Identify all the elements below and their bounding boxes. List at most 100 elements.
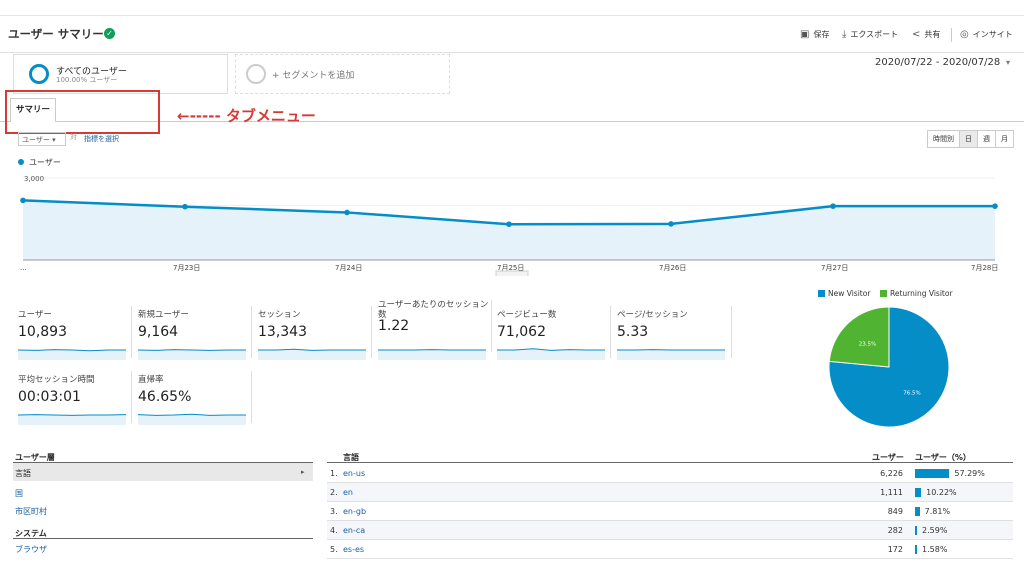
x-tick-label: 7月28日 — [971, 264, 998, 272]
left-item-browser[interactable]: ブラウザ — [15, 544, 47, 555]
kpi-sparkline — [138, 413, 246, 425]
share-icon: < — [912, 29, 921, 40]
kpi-sparkline-area — [617, 349, 725, 360]
kpi-value: 10,893 — [18, 324, 67, 340]
table-row: 2. en 1,111 10.22% — [327, 483, 1013, 502]
period-week-button[interactable]: 週 — [977, 130, 996, 148]
period-month-button[interactable]: 月 — [995, 130, 1014, 148]
kpi-label: セッション — [258, 310, 301, 320]
language-link[interactable]: en — [343, 488, 353, 497]
period-hourly-button[interactable]: 時間別 — [927, 130, 960, 148]
data-point[interactable] — [182, 203, 188, 210]
pie-legend-new: New Visitor — [818, 289, 870, 298]
kpi-tile[interactable]: 平均セッション時間 00:03:01 — [18, 371, 130, 431]
left-item-city[interactable]: 市区町村 — [15, 506, 47, 517]
row-pct: 2.59% — [922, 526, 948, 535]
kpi-divider — [731, 306, 732, 358]
data-point[interactable] — [506, 221, 512, 227]
kpi-sparkline — [138, 349, 246, 360]
kpi-value: 71,062 — [497, 324, 546, 340]
data-point[interactable] — [20, 197, 26, 204]
select-metric-link[interactable]: 指標を選択 — [84, 134, 119, 144]
pie-legend-returning: Returning Visitor — [880, 289, 953, 298]
pie-legend-new-label: New Visitor — [828, 289, 871, 298]
period-day-button[interactable]: 日 — [959, 130, 978, 148]
language-link[interactable]: en-ca — [343, 526, 365, 535]
metric-dropdown[interactable]: ユーザー ▾ — [18, 132, 66, 146]
export-label: エクスポート — [850, 30, 899, 39]
kpi-label: 平均セッション時間 — [18, 375, 95, 385]
table-row: 5. es-es 172 1.58% — [327, 540, 1013, 559]
kpi-value: 46.65% — [138, 389, 192, 405]
x-tick-label: 7月27日 — [821, 264, 848, 272]
kpi-tile[interactable]: ユーザー 10,893 — [18, 306, 130, 366]
save-icon: ▣ — [800, 29, 810, 40]
kpi-label: ページビュー数 — [497, 310, 557, 320]
data-point[interactable] — [830, 203, 836, 209]
kpi-sparkline — [258, 348, 366, 360]
segment-ring-icon — [29, 64, 49, 84]
left-item-country[interactable]: 国 — [15, 488, 23, 499]
row-users: 1,111 — [880, 488, 903, 497]
kpi-sparkline — [18, 414, 126, 425]
kpi-value: 1.22 — [378, 318, 410, 334]
save-button[interactable]: ▣ 保存 — [800, 29, 829, 40]
date-range-picker[interactable]: 2020/07/22 - 2020/07/28 ▾ — [875, 57, 1010, 68]
kpi-divider — [371, 306, 372, 358]
kpi-tile[interactable]: セッション 13,343 — [258, 306, 370, 366]
insights-label: インサイト — [972, 30, 1013, 39]
row-pct-bar — [915, 469, 950, 478]
kpi-label: ユーザーあたりのセッション数 — [378, 300, 489, 320]
period-toggle: 時間別 日 週 月 — [927, 130, 1014, 148]
data-point[interactable] — [668, 221, 674, 227]
annotation-label: ←----- タブメニュー — [177, 107, 316, 125]
row-users: 849 — [887, 507, 903, 516]
new-visitor-swatch — [818, 290, 825, 297]
kpi-divider — [610, 306, 611, 358]
chart-legend-label: ユーザー — [29, 158, 61, 167]
row-pct: 10.22% — [926, 488, 957, 497]
kpi-tile[interactable]: ユーザーあたりのセッション数 1.22 — [378, 300, 490, 360]
row-pct: 57.29% — [954, 469, 985, 478]
kpi-value: 9,164 — [138, 324, 179, 340]
kpi-tile[interactable]: ページ/セッション 5.33 — [617, 306, 729, 366]
kpi-tile[interactable]: ページビュー数 71,062 — [497, 306, 609, 366]
table-row: 4. en-ca 282 2.59% — [327, 521, 1013, 540]
left-panel-rule — [13, 538, 313, 539]
toolbar-divider — [951, 28, 952, 42]
segment-subtitle: 100.00% ユーザー — [56, 76, 118, 84]
kpi-sparkline — [18, 349, 126, 360]
metric-dropdown-label: ユーザー — [22, 136, 50, 144]
data-point[interactable] — [992, 203, 998, 209]
kpi-tile[interactable]: 新規ユーザー 9,164 — [138, 306, 250, 366]
language-link[interactable]: en-us — [343, 469, 365, 478]
annotation-highlight-box — [5, 90, 160, 134]
add-segment-button[interactable]: + セグメントを追加 — [235, 54, 450, 94]
left-item-selected-bg — [13, 463, 313, 481]
kpi-divider — [251, 306, 252, 358]
kpi-sparkline-area — [18, 349, 126, 360]
kpi-sparkline-line — [497, 348, 605, 351]
row-pct-bar — [915, 488, 922, 497]
kpi-sparkline — [378, 349, 486, 360]
language-link[interactable]: es-es — [343, 545, 364, 554]
left-item-language[interactable]: 言語 — [15, 468, 31, 479]
date-range-text: 2020/07/22 - 2020/07/28 — [875, 57, 1001, 68]
data-point[interactable] — [344, 209, 350, 216]
x-tick-label: 7月26日 — [659, 264, 686, 272]
kpi-tile[interactable]: 直帰率 46.65% — [138, 371, 250, 431]
row-pct-bar — [915, 545, 917, 554]
kpi-sparkline-area — [18, 414, 126, 425]
kpi-sparkline-area — [138, 349, 246, 360]
share-button[interactable]: < 共有 — [912, 29, 940, 40]
segment-all-users[interactable]: すべてのユーザー 100.00% ユーザー — [13, 54, 228, 94]
users-line-chart: 3,0002,0001,000...7月23日7月24日7月25日7月26日7月… — [20, 175, 998, 276]
users-area — [23, 200, 995, 260]
kpi-divider — [491, 300, 492, 352]
kpi-label: ユーザー — [18, 310, 52, 320]
chart-resize-handle[interactable] — [495, 270, 529, 276]
insights-button[interactable]: ◎ インサイト — [960, 29, 1013, 40]
export-button[interactable]: ⤓ エクスポート — [842, 29, 898, 40]
language-link[interactable]: en-gb — [343, 507, 366, 516]
pie-slice-returning-visitor[interactable] — [828, 306, 890, 368]
